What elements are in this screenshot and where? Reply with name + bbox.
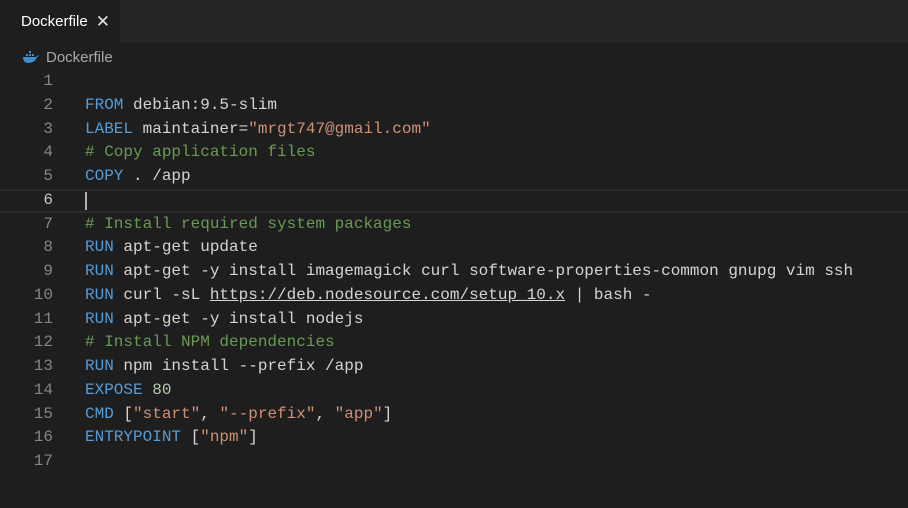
line-content: RUN curl -sL https://deb.nodesource.com/… [85,284,652,308]
keyword-token: EXPOSE [85,380,143,399]
line-content: # Install NPM dependencies [85,331,335,355]
code-line[interactable]: 1 [0,70,908,94]
string-token: "app" [334,404,383,423]
line-content: LABEL maintainer="mrgt747@gmail.com" [85,118,431,142]
line-content: RUN apt-get update [85,236,258,260]
breadcrumb-item-dockerfile[interactable]: Dockerfile [46,49,113,66]
line-content: CMD ["start", "--prefix", "app"] [85,403,392,427]
line-number: 2 [43,95,53,114]
line-number: 16 [33,428,53,447]
keyword-token: RUN [85,238,114,257]
keyword-token: COPY [85,167,124,185]
line-content: RUN npm install --prefix /app [85,355,363,379]
comment-token: # Install NPM dependencies [85,333,335,352]
code-line[interactable]: 14 EXPOSE 80 [0,379,908,403]
code-line[interactable]: 5 COPY . /app [0,165,908,189]
line-number: 1 [43,72,53,90]
code-line[interactable]: 6 [0,188,908,213]
code-editor[interactable]: 1 2 FROM debian:9.5-slim 3 LABEL maintainer=… [0,70,908,508]
line-number: 14 [33,380,53,399]
line-content: FROM debian:9.5-slim [85,94,277,118]
tab-label: Dockerfile [21,13,88,30]
line-content: COPY . /app [85,165,191,189]
url-link[interactable]: https://deb.nodesource.com/setup_10.x [210,286,565,304]
breadcrumb: Dockerfile [0,43,908,71]
text-token: apt-get -y install imagemagick curl soft… [113,262,854,280]
tab-bar: Dockerfile ✕ [0,0,908,43]
keyword-token: FROM [85,95,124,114]
code-line[interactable]: 3 LABEL maintainer="mrgt747@gmail.com" [0,118,908,142]
line-number: 6 [43,190,53,209]
code-line[interactable]: 9 RUN apt-get -y install imagemagick curl… [0,260,908,284]
keyword-token: ENTRYPOINT [85,428,182,447]
code-line[interactable]: 12 # Install NPM dependencies [0,331,908,355]
text-token: , [200,404,220,423]
text-token: | bash - [565,285,652,304]
line-number: 10 [33,285,53,304]
code-line[interactable]: 2 FROM debian:9.5-slim [0,94,908,118]
line-number: 15 [33,404,53,423]
text-token: ] [248,428,258,447]
text-token: [ [181,428,201,447]
line-number: 9 [43,262,53,280]
keyword-token: RUN [85,309,114,328]
docker-icon [23,51,39,63]
code-line[interactable]: 10 RUN curl -sL https://deb.nodesource.co… [0,284,908,308]
line-content: RUN apt-get -y install nodejs [85,308,363,332]
line-number: 8 [43,238,53,257]
line-number: 4 [43,143,53,162]
string-token: "npm" [200,428,249,447]
keyword-token: LABEL [85,119,134,138]
text-token: , [315,404,335,423]
line-content: # Copy application files [85,141,315,165]
line-number: 17 [33,452,53,470]
text-token: . /app [123,167,191,185]
text-token: npm install --prefix /app [113,357,364,375]
keyword-token: RUN [85,285,114,304]
comment-token: # Copy application files [85,143,316,162]
code-line[interactable]: 8 RUN apt-get update [0,236,908,260]
code-line[interactable]: 16 ENTRYPOINT ["npm"] [0,426,908,450]
code-line[interactable]: 4 # Copy application files [0,141,908,165]
string-token: "--prefix" [219,404,316,423]
code-line[interactable]: 11 RUN apt-get -y install nodejs [0,308,908,332]
string-token: "mrgt747@gmail.com" [248,119,431,138]
keyword-token: RUN [85,262,114,280]
code-line[interactable]: 17 [0,450,908,474]
line-content: EXPOSE 80 [85,379,171,403]
text-token: curl -sL [113,285,210,304]
text-token: [ [113,404,134,423]
close-icon[interactable]: ✕ [96,12,110,32]
line-content: # Install required system packages [85,213,411,237]
line-number: 3 [43,119,53,138]
keyword-token: RUN [85,357,114,375]
code-line[interactable]: 13 RUN npm install --prefix /app [0,355,908,379]
line-number: 7 [43,214,53,233]
code-line[interactable]: 15 CMD ["start", "--prefix", "app"] [0,403,908,427]
text-token: apt-get -y install nodejs [113,309,364,328]
number-token: 80 [152,380,172,399]
string-token: "start" [133,404,201,423]
tab-dockerfile[interactable]: Dockerfile ✕ [0,0,120,43]
line-number: 12 [33,333,53,352]
line-content: ENTRYPOINT ["npm"] [85,426,258,450]
text-cursor [85,191,87,210]
keyword-token: CMD [85,404,114,423]
text-token: maintainer= [133,119,249,138]
text-token: debian:9.5-slim [123,95,278,114]
comment-token: # Install required system packages [85,214,412,233]
text-token: apt-get update [113,238,258,257]
line-content: RUN apt-get -y install imagemagick curl … [85,260,853,284]
line-number: 5 [43,167,53,185]
text-token: ] [382,404,393,423]
code-line[interactable]: 7 # Install required system packages [0,213,908,237]
line-number: 13 [33,357,53,375]
line-number: 11 [33,309,53,328]
